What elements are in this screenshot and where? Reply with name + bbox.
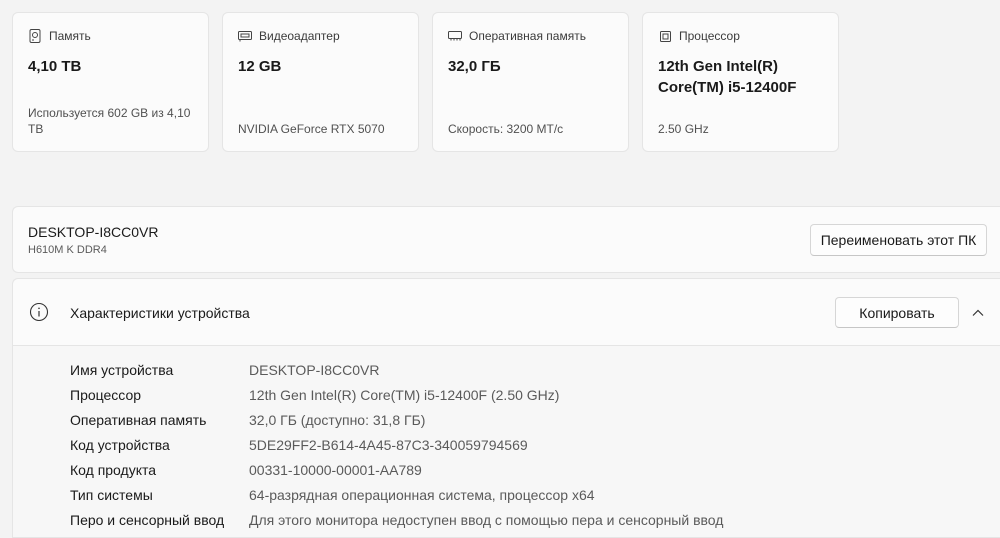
- specs-title: Характеристики устройства: [70, 305, 250, 321]
- card-value: 32,0 ГБ: [448, 58, 501, 75]
- pc-name: DESKTOP-I8CC0VR: [28, 224, 159, 240]
- storage-icon: [28, 29, 42, 43]
- copy-button[interactable]: Копировать: [835, 297, 959, 328]
- card-title: Память: [49, 29, 91, 43]
- spec-row: Имя устройства DESKTOP-I8CC0VR: [70, 357, 723, 382]
- spec-label: Код продукта: [70, 461, 157, 478]
- card-value: 4,10 ТВ: [28, 58, 82, 75]
- spec-value: DESKTOP-I8CC0VR: [249, 361, 380, 378]
- device-specs-panel: Характеристики устройства Копировать Имя…: [12, 278, 1000, 538]
- chevron-up-icon[interactable]: [971, 306, 985, 320]
- gpu-card: Видеоадаптер 12 GB NVIDIA GeForce RTX 50…: [222, 12, 419, 152]
- info-icon: [29, 302, 49, 322]
- spec-label: Тип системы: [70, 486, 153, 503]
- spec-value: 00331-10000-00001-AA789: [249, 461, 422, 478]
- cpu-icon: [658, 29, 672, 43]
- card-title: Процессор: [679, 29, 740, 43]
- card-subtext: 2.50 GHz: [658, 122, 709, 136]
- spec-label: Перо и сенсорный ввод: [70, 511, 225, 528]
- card-subtext: Используется 602 GB из 4,10 ТВ: [28, 106, 191, 136]
- gpu-icon: [238, 29, 252, 43]
- spec-value: Для этого монитора недоступен ввод с пом…: [249, 511, 724, 528]
- spec-value: 32,0 ГБ (доступно: 31,8 ГБ): [249, 411, 426, 428]
- spec-row: Код продукта 00331-10000-00001-AA789: [70, 457, 723, 482]
- spec-label: Оперативная память: [70, 411, 207, 428]
- hardware-summary-cards: Память 4,10 ТВ Используется 602 GB из 4,…: [12, 12, 839, 152]
- card-subtext: NVIDIA GeForce RTX 5070: [238, 122, 385, 136]
- spec-value: 64-разрядная операционная система, проце…: [249, 486, 595, 503]
- spec-row: Оперативная память 32,0 ГБ (доступно: 31,…: [70, 407, 723, 432]
- cpu-card: Процессор 12th Gen Intel(R) Core(TM) i5-…: [642, 12, 839, 152]
- card-value: 12th Gen Intel(R) Core(TM) i5-12400F: [658, 58, 797, 96]
- pc-name-panel: DESKTOP-I8CC0VR H610M K DDR4 Переименова…: [12, 206, 1000, 273]
- spec-row: Процессор 12th Gen Intel(R) Core(TM) i5-1…: [70, 382, 723, 407]
- storage-card: Память 4,10 ТВ Используется 602 GB из 4,…: [12, 12, 209, 152]
- card-subtext: Скорость: 3200 МТ/с: [448, 122, 564, 136]
- card-value: 12 GB: [238, 58, 282, 75]
- ram-card: Оперативная память 32,0 ГБ Скорость: 320…: [432, 12, 629, 152]
- spec-value: 5DE29FF2-B614-4A45-87C3-340059794569: [249, 436, 528, 453]
- pc-model: H610M K DDR4: [28, 244, 107, 256]
- spec-value: 12th Gen Intel(R) Core(TM) i5-12400F (2.…: [249, 386, 560, 403]
- rename-pc-button[interactable]: Переименовать этот ПК: [810, 224, 987, 256]
- spec-label: Код устройства: [70, 436, 170, 453]
- spec-row: Код устройства 5DE29FF2-B614-4A45-87C3-34…: [70, 432, 723, 457]
- card-title: Оперативная память: [469, 29, 586, 43]
- device-specs-header[interactable]: Характеристики устройства Копировать: [13, 279, 1000, 346]
- spec-label: Процессор: [70, 386, 142, 403]
- ram-icon: [448, 29, 462, 43]
- spec-row: Тип системы 64-разрядная операционная сис…: [70, 482, 723, 507]
- spec-label: Имя устройства: [70, 361, 174, 378]
- card-title: Видеоадаптер: [259, 29, 340, 43]
- specs-list: Имя устройства DESKTOP-I8CC0VR Процессор 1…: [70, 357, 723, 532]
- spec-row: Перо и сенсорный ввод Для этого монитора …: [70, 507, 723, 532]
